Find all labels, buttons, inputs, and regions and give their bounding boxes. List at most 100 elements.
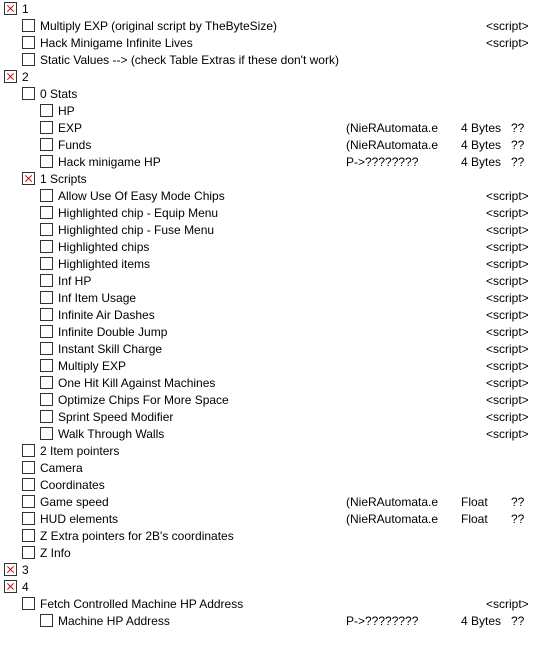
- description-cell[interactable]: Multiply EXP (original script by TheByte…: [40, 19, 486, 33]
- table-row[interactable]: Camera: [0, 459, 536, 476]
- active-checkbox[interactable]: [40, 121, 53, 134]
- table-row[interactable]: HUD elements(NieRAutomata.eFloat??: [0, 510, 536, 527]
- active-checkbox[interactable]: [22, 87, 35, 100]
- description-cell[interactable]: Funds: [58, 138, 346, 152]
- active-checkbox[interactable]: [40, 308, 53, 321]
- table-row[interactable]: Hack Minigame Infinite Lives<script>: [0, 34, 536, 51]
- table-row[interactable]: 3: [0, 561, 536, 578]
- table-row[interactable]: 1 Scripts: [0, 170, 536, 187]
- table-row[interactable]: 4: [0, 578, 536, 595]
- active-checkbox[interactable]: [40, 223, 53, 236]
- table-row[interactable]: 1: [0, 0, 536, 17]
- active-checkbox[interactable]: [4, 2, 17, 15]
- active-checkbox[interactable]: [40, 359, 53, 372]
- table-row[interactable]: HP: [0, 102, 536, 119]
- description-cell[interactable]: Static Values --> (check Table Extras if…: [40, 53, 346, 67]
- description-cell[interactable]: Infinite Air Dashes: [58, 308, 486, 322]
- active-checkbox[interactable]: [40, 274, 53, 287]
- table-row[interactable]: Game speed(NieRAutomata.eFloat??: [0, 493, 536, 510]
- table-row[interactable]: One Hit Kill Against Machines<script>: [0, 374, 536, 391]
- description-cell[interactable]: 4: [22, 580, 346, 594]
- active-checkbox[interactable]: [22, 172, 35, 185]
- active-checkbox[interactable]: [22, 597, 35, 610]
- description-cell[interactable]: 2 Item pointers: [40, 444, 346, 458]
- active-checkbox[interactable]: [40, 206, 53, 219]
- description-cell[interactable]: 3: [22, 563, 346, 577]
- table-row[interactable]: Instant Skill Charge<script>: [0, 340, 536, 357]
- table-row[interactable]: Z Info: [0, 544, 536, 561]
- active-checkbox[interactable]: [4, 563, 17, 576]
- table-row[interactable]: Allow Use Of Easy Mode Chips<script>: [0, 187, 536, 204]
- description-cell[interactable]: Multiply EXP: [58, 359, 486, 373]
- active-checkbox[interactable]: [22, 36, 35, 49]
- active-checkbox[interactable]: [40, 240, 53, 253]
- table-row[interactable]: Highlighted chip - Equip Menu<script>: [0, 204, 536, 221]
- active-checkbox[interactable]: [40, 104, 53, 117]
- active-checkbox[interactable]: [22, 529, 35, 542]
- active-checkbox[interactable]: [40, 376, 53, 389]
- description-cell[interactable]: Highlighted chip - Fuse Menu: [58, 223, 486, 237]
- table-row[interactable]: Fetch Controlled Machine HP Address<scri…: [0, 595, 536, 612]
- description-cell[interactable]: Fetch Controlled Machine HP Address: [40, 597, 486, 611]
- table-row[interactable]: Infinite Double Jump<script>: [0, 323, 536, 340]
- active-checkbox[interactable]: [22, 53, 35, 66]
- table-row[interactable]: Sprint Speed Modifier<script>: [0, 408, 536, 425]
- description-cell[interactable]: Hack Minigame Infinite Lives: [40, 36, 486, 50]
- active-checkbox[interactable]: [40, 291, 53, 304]
- table-row[interactable]: Walk Through Walls<script>: [0, 425, 536, 442]
- description-cell[interactable]: HP: [58, 104, 346, 118]
- description-cell[interactable]: Highlighted items: [58, 257, 486, 271]
- description-cell[interactable]: Hack minigame HP: [58, 155, 346, 169]
- table-row[interactable]: Funds(NieRAutomata.e4 Bytes??: [0, 136, 536, 153]
- active-checkbox[interactable]: [40, 325, 53, 338]
- description-cell[interactable]: Z Info: [40, 546, 346, 560]
- table-row[interactable]: Z Extra pointers for 2B's coordinates: [0, 527, 536, 544]
- active-checkbox[interactable]: [40, 189, 53, 202]
- description-cell[interactable]: Camera: [40, 461, 346, 475]
- active-checkbox[interactable]: [22, 444, 35, 457]
- description-cell[interactable]: One Hit Kill Against Machines: [58, 376, 486, 390]
- table-row[interactable]: Hack minigame HPP->????????4 Bytes??: [0, 153, 536, 170]
- description-cell[interactable]: Walk Through Walls: [58, 427, 486, 441]
- table-row[interactable]: EXP(NieRAutomata.e4 Bytes??: [0, 119, 536, 136]
- table-row[interactable]: Inf HP<script>: [0, 272, 536, 289]
- description-cell[interactable]: 1: [22, 2, 346, 16]
- description-cell[interactable]: Inf Item Usage: [58, 291, 486, 305]
- description-cell[interactable]: Sprint Speed Modifier: [58, 410, 486, 424]
- description-cell[interactable]: HUD elements: [40, 512, 346, 526]
- table-row[interactable]: Coordinates: [0, 476, 536, 493]
- table-row[interactable]: Multiply EXP (original script by TheByte…: [0, 17, 536, 34]
- description-cell[interactable]: 1 Scripts: [40, 172, 346, 186]
- table-row[interactable]: Static Values --> (check Table Extras if…: [0, 51, 536, 68]
- description-cell[interactable]: Instant Skill Charge: [58, 342, 486, 356]
- table-row[interactable]: Optimize Chips For More Space<script>: [0, 391, 536, 408]
- table-row[interactable]: Infinite Air Dashes<script>: [0, 306, 536, 323]
- table-row[interactable]: Inf Item Usage<script>: [0, 289, 536, 306]
- description-cell[interactable]: 2: [22, 70, 346, 84]
- active-checkbox[interactable]: [40, 614, 53, 627]
- table-row[interactable]: Machine HP AddressP->????????4 Bytes??: [0, 612, 536, 629]
- description-cell[interactable]: Machine HP Address: [58, 614, 346, 628]
- active-checkbox[interactable]: [40, 257, 53, 270]
- description-cell[interactable]: Infinite Double Jump: [58, 325, 486, 339]
- active-checkbox[interactable]: [22, 478, 35, 491]
- active-checkbox[interactable]: [4, 580, 17, 593]
- active-checkbox[interactable]: [22, 19, 35, 32]
- active-checkbox[interactable]: [22, 546, 35, 559]
- table-row[interactable]: 2 Item pointers: [0, 442, 536, 459]
- table-row[interactable]: Highlighted items<script>: [0, 255, 536, 272]
- table-row[interactable]: 0 Stats: [0, 85, 536, 102]
- table-row[interactable]: Multiply EXP<script>: [0, 357, 536, 374]
- active-checkbox[interactable]: [22, 461, 35, 474]
- table-row[interactable]: Highlighted chips<script>: [0, 238, 536, 255]
- table-row[interactable]: 2: [0, 68, 536, 85]
- active-checkbox[interactable]: [22, 512, 35, 525]
- description-cell[interactable]: Z Extra pointers for 2B's coordinates: [40, 529, 346, 543]
- active-checkbox[interactable]: [40, 427, 53, 440]
- active-checkbox[interactable]: [4, 70, 17, 83]
- active-checkbox[interactable]: [40, 155, 53, 168]
- description-cell[interactable]: Highlighted chips: [58, 240, 486, 254]
- description-cell[interactable]: Allow Use Of Easy Mode Chips: [58, 189, 486, 203]
- description-cell[interactable]: Highlighted chip - Equip Menu: [58, 206, 486, 220]
- active-checkbox[interactable]: [40, 393, 53, 406]
